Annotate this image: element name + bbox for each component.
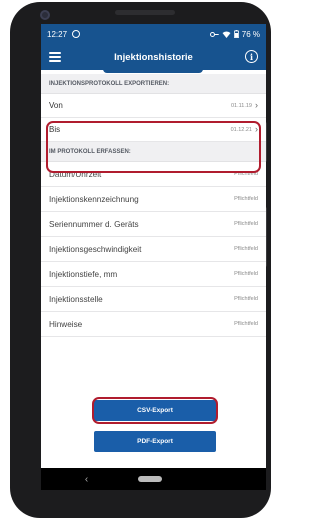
speaker-grille: [115, 10, 175, 15]
app-notification-icon: [72, 30, 81, 38]
battery-percent: 76 %: [241, 29, 260, 39]
pdf-export-button[interactable]: PDF-Export: [94, 431, 216, 452]
camera-icon: [40, 10, 50, 20]
protocol-field-label: Seriennummer d. Geräts: [49, 219, 139, 229]
protocol-field-value: Pflichtfeld: [234, 246, 258, 252]
protocol-field-row[interactable]: Seriennummer d. Geräts Pflichtfeld: [41, 212, 266, 237]
export-section-header: INJEKTIONSPROTOKOLL EXPORTIEREN:: [41, 74, 266, 94]
protocol-field-label: Injektionsstelle: [49, 294, 103, 304]
protocol-field-value: Pflichtfeld: [234, 196, 258, 202]
wifi-icon: [222, 31, 231, 38]
home-pill-icon[interactable]: [138, 476, 163, 482]
protocol-field-row[interactable]: Injektionsgeschwindigkeit Pflichtfeld: [41, 237, 266, 262]
chevron-right-icon: ›: [255, 100, 258, 110]
protocol-field-row[interactable]: Hinweise Pflichtfeld: [41, 312, 266, 337]
protocol-field-row[interactable]: Injektionstiefe, mm Pflichtfeld: [41, 262, 266, 287]
protocol-field-label: Hinweise: [49, 319, 83, 329]
menu-icon[interactable]: [49, 52, 61, 62]
protocol-field-value: Pflichtfeld: [234, 321, 258, 327]
protocol-field-value: Pflichtfeld: [234, 221, 258, 227]
csv-export-highlight: [92, 397, 218, 424]
protocol-field-label: Injektionskennzeichnung: [49, 194, 139, 204]
screen: 12:27 76 % Injektionshistorie i INJEKTIO…: [41, 24, 266, 490]
info-icon[interactable]: i: [245, 50, 258, 63]
protocol-field-row[interactable]: Injektionskennzeichnung Pflichtfeld: [41, 187, 266, 212]
page-title: Injektionshistorie: [114, 51, 193, 63]
protocol-field-value: Pflichtfeld: [234, 296, 258, 302]
back-icon[interactable]: ‹: [85, 474, 88, 485]
protocol-field-label: Injektionsgeschwindigkeit: [49, 244, 142, 254]
date-range-highlight: [46, 121, 261, 173]
from-date-label: Von: [49, 101, 63, 110]
protocol-field-row[interactable]: Injektionsstelle Pflichtfeld: [41, 287, 266, 312]
phone-frame: 12:27 76 % Injektionshistorie i INJEKTIO…: [10, 2, 271, 518]
app-bar: Injektionshistorie i: [41, 44, 266, 73]
battery-icon: [233, 30, 239, 38]
protocol-field-value: Pflichtfeld: [234, 271, 258, 277]
status-bar: 12:27 76 %: [41, 24, 266, 44]
system-nav-bar: ‹: [41, 468, 266, 490]
protocol-field-label: Injektionstiefe, mm: [49, 269, 118, 279]
from-date-row[interactable]: Von 01.11.19 ›: [41, 94, 266, 118]
vpn-key-icon: [209, 31, 219, 37]
from-date-value: 01.11.19: [230, 102, 252, 109]
status-time: 12:27: [47, 29, 68, 39]
app-bar-tab: [103, 69, 203, 73]
